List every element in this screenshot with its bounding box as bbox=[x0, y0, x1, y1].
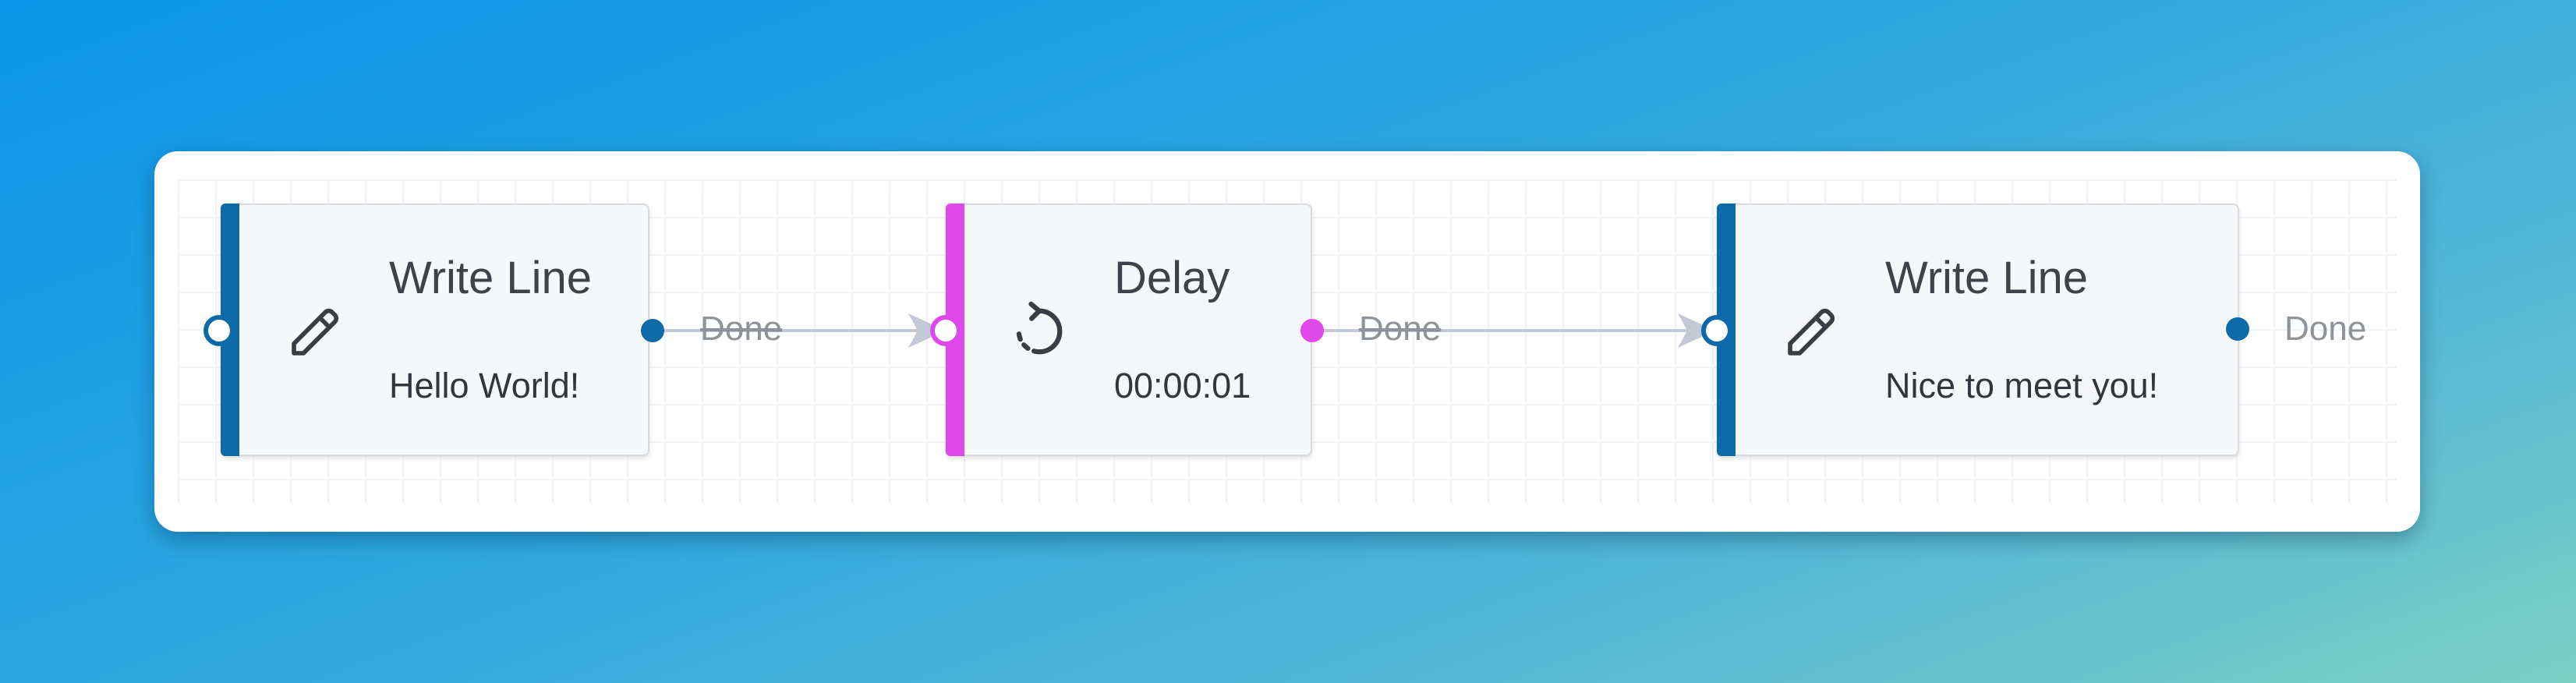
node-subtitle: Hello World! bbox=[389, 366, 580, 405]
delay-node[interactable]: Delay 00:00:01 bbox=[946, 203, 1312, 456]
write-line-node[interactable]: Write Line Nice to meet you! bbox=[1717, 203, 2239, 456]
pencil-icon bbox=[292, 309, 338, 356]
outcome-label: Done bbox=[700, 310, 783, 348]
output-port[interactable] bbox=[641, 319, 664, 342]
node-title: Write Line bbox=[389, 253, 593, 303]
outcome-label: Done bbox=[2284, 310, 2367, 348]
node-title: Delay bbox=[1114, 253, 1230, 303]
write-line-node[interactable]: Write Line Hello World! bbox=[221, 203, 649, 456]
output-port[interactable] bbox=[2226, 317, 2249, 341]
node-subtitle: 00:00:01 bbox=[1114, 366, 1251, 405]
pencil-icon bbox=[1788, 309, 1835, 356]
input-port[interactable] bbox=[203, 315, 235, 346]
input-port[interactable] bbox=[930, 315, 961, 346]
timer-reset-icon bbox=[1016, 301, 1063, 355]
node-title: Write Line bbox=[1885, 253, 2089, 303]
output-port[interactable] bbox=[1300, 319, 1324, 342]
input-port[interactable] bbox=[1701, 315, 1732, 346]
node-subtitle: Nice to meet you! bbox=[1885, 366, 2159, 405]
outcome-label: Done bbox=[1359, 310, 1442, 348]
